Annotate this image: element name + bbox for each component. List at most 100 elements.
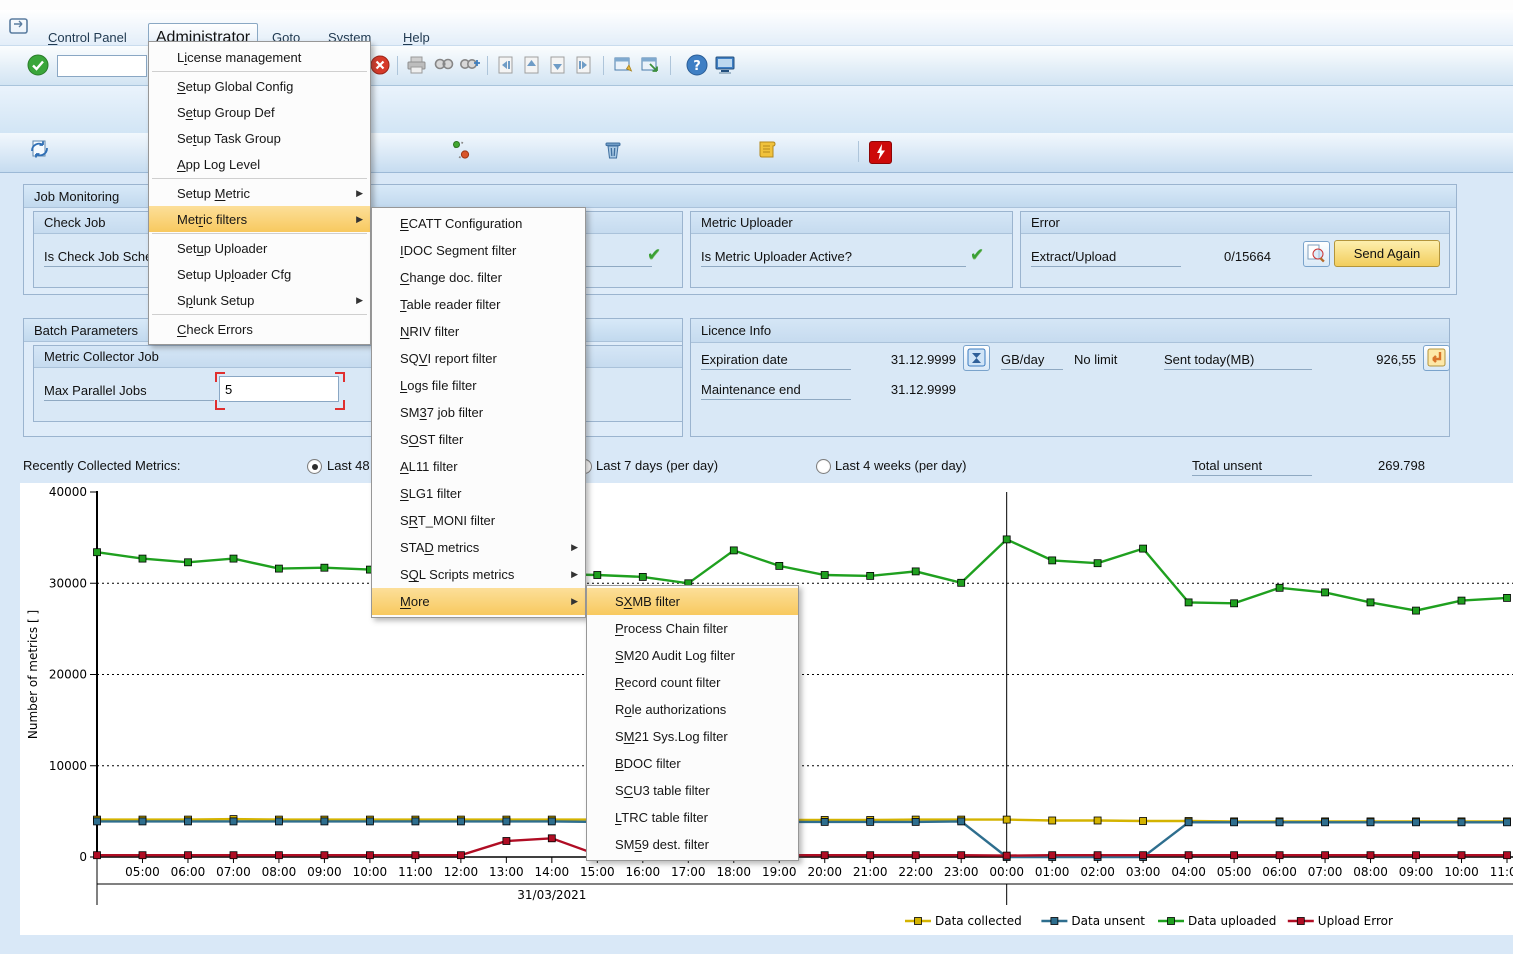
print-icon[interactable] xyxy=(406,55,427,75)
svg-text:13:00: 13:00 xyxy=(489,865,524,879)
toolbar-separator xyxy=(487,56,488,75)
menu-item[interactable]: NRIV filter xyxy=(372,318,585,345)
menu-item[interactable]: SM37 job filter xyxy=(372,399,585,426)
menu-item[interactable]: BDOC filter xyxy=(587,750,798,777)
menu-item[interactable]: Setup Task Group xyxy=(149,125,370,151)
menu-item[interactable]: ECATT Configuration xyxy=(372,210,585,237)
menu-item[interactable]: Setup Uploader Cfg xyxy=(149,261,370,287)
menu-item[interactable]: Process Chain filter xyxy=(587,615,798,642)
menu-item[interactable]: SM59 dest. filter xyxy=(587,831,798,858)
window-top-strip xyxy=(0,0,1513,10)
menu-item[interactable]: Table reader filter xyxy=(372,291,585,318)
svg-text:14:00: 14:00 xyxy=(535,865,570,879)
menu-item-label: Setup Group Def xyxy=(177,104,275,120)
total-unsent-label: Total unsent xyxy=(1192,458,1312,476)
menu-item[interactable]: LTRC table filter xyxy=(587,804,798,831)
radio-last-48-hours[interactable] xyxy=(307,459,322,474)
error-detail-button[interactable] xyxy=(1303,241,1330,267)
sent-today-refresh-button[interactable] xyxy=(1423,345,1450,371)
menu-item[interactable]: SM21 Sys.Log filter xyxy=(587,723,798,750)
svg-text:06:00: 06:00 xyxy=(171,865,206,879)
enter-button[interactable] xyxy=(27,54,49,76)
menu-item[interactable]: Setup Global Config xyxy=(149,73,370,99)
menu-item[interactable]: SQVI report filter xyxy=(372,345,585,372)
menu-item-label: ECATT Configuration xyxy=(400,216,523,231)
error-flag-icon[interactable] xyxy=(869,141,892,164)
start-archive-job-icon xyxy=(605,142,621,159)
submenu-arrow-icon: ▶ xyxy=(356,294,363,305)
menu-item-label: LTRC table filter xyxy=(615,810,708,825)
menu-item-label: SRT_MONI filter xyxy=(400,513,496,528)
menu-item[interactable]: Metric filters ▶ xyxy=(149,206,370,232)
more-submenu: SXMB filter Process Chain filter SM20 Audi… xyxy=(586,585,799,861)
sent-today-value: 926,55 xyxy=(1376,352,1416,367)
menu-item[interactable]: License management xyxy=(149,44,370,70)
menu-item[interactable]: Logs file filter xyxy=(372,372,585,399)
menu-item[interactable]: SM20 Audit Log filter xyxy=(587,642,798,669)
svg-text:04:00: 04:00 xyxy=(1171,865,1206,879)
menu-item[interactable]: IDOC Segment filter xyxy=(372,237,585,264)
licence-info-title: Licence Info xyxy=(691,319,1449,343)
help-icon[interactable]: ? xyxy=(686,54,708,76)
menu-item-label: Record count filter xyxy=(615,675,721,690)
menu-item[interactable]: App Log Level xyxy=(149,151,370,177)
menu-separator xyxy=(152,314,367,315)
menu-item[interactable]: SCU3 table filter xyxy=(587,777,798,804)
svg-text:11:00: 11:00 xyxy=(1490,865,1513,879)
menu-item[interactable]: Record count filter xyxy=(587,669,798,696)
maintenance-end-label: Maintenance end xyxy=(701,382,851,400)
generate-shortcut-icon[interactable] xyxy=(640,55,661,75)
menu-item-label: BDOC filter xyxy=(615,756,681,771)
radio-last-4-weeks-label[interactable]: Last 4 weeks (per day) xyxy=(835,458,967,473)
svg-text:10000: 10000 xyxy=(49,759,87,773)
toolbar-separator xyxy=(603,56,604,75)
command-field[interactable] xyxy=(57,55,147,77)
menu-item[interactable]: Change doc. filter xyxy=(372,264,585,291)
menu-item-label: IDOC Segment filter xyxy=(400,243,517,258)
send-again-button[interactable]: Send Again xyxy=(1334,240,1440,267)
radio-last-7-days-label[interactable]: Last 7 days (per day) xyxy=(596,458,718,473)
find-next-icon[interactable] xyxy=(459,55,481,75)
max-parallel-jobs-field[interactable] xyxy=(219,376,339,402)
radio-last-4-weeks[interactable] xyxy=(816,459,831,474)
svg-text:Data unsent: Data unsent xyxy=(1071,914,1145,928)
sent-today-label: Sent today(MB) xyxy=(1164,352,1312,370)
expiration-calendar-button[interactable] xyxy=(963,345,990,371)
menu-item-label: Metric filters xyxy=(177,211,248,227)
svg-text:02:00: 02:00 xyxy=(1080,865,1115,879)
menu-item[interactable]: Splunk Setup ▶ xyxy=(149,287,370,313)
menu-item[interactable]: SXMB filter xyxy=(587,588,798,615)
submenu-arrow-icon: ▶ xyxy=(571,569,578,579)
menu-item[interactable]: Check Errors xyxy=(149,316,370,342)
menu-item[interactable]: STAD metrics ▶ xyxy=(372,534,585,561)
menu-item-label: SM59 dest. filter xyxy=(615,837,709,852)
new-session-icon[interactable] xyxy=(613,55,634,75)
next-page-icon[interactable] xyxy=(548,55,568,75)
metric-filters-submenu: ECATT Configuration IDOC Segment filter Ch… xyxy=(371,207,586,618)
menu-item[interactable]: AL11 filter xyxy=(372,453,585,480)
submenu-arrow-icon: ▶ xyxy=(571,596,578,606)
menu-item-label: Setup Uploader xyxy=(177,240,268,256)
first-page-icon[interactable] xyxy=(496,55,516,75)
menu-item[interactable]: SRT_MONI filter xyxy=(372,507,585,534)
menu-item[interactable]: SLG1 filter xyxy=(372,480,585,507)
system-menu-icon[interactable] xyxy=(9,16,31,36)
licence-info-panel: Licence Info Expiration date 31.12.9999 … xyxy=(690,318,1450,437)
last-page-icon[interactable] xyxy=(574,55,594,75)
submenu-arrow-icon: ▶ xyxy=(356,213,363,224)
menu-item[interactable]: Setup Group Def xyxy=(149,99,370,125)
previous-page-icon[interactable] xyxy=(522,55,542,75)
find-icon[interactable] xyxy=(433,55,455,75)
focus-corner xyxy=(215,400,225,410)
svg-text:Number of metrics [ ]: Number of metrics [ ] xyxy=(26,610,40,739)
customize-layout-icon[interactable] xyxy=(714,54,736,76)
cancel-icon[interactable] xyxy=(370,55,390,75)
svg-text:05:00: 05:00 xyxy=(1217,865,1252,879)
menu-item[interactable]: Setup Metric ▶ xyxy=(149,180,370,206)
menu-item[interactable]: Setup Uploader xyxy=(149,235,370,261)
toolbar-separator xyxy=(858,141,859,162)
menu-item[interactable]: SOST filter xyxy=(372,426,585,453)
menu-item[interactable]: SQL Scripts metrics ▶ xyxy=(372,561,585,588)
menu-item[interactable]: More ▶ xyxy=(372,588,585,615)
menu-item[interactable]: Role authorizations xyxy=(587,696,798,723)
